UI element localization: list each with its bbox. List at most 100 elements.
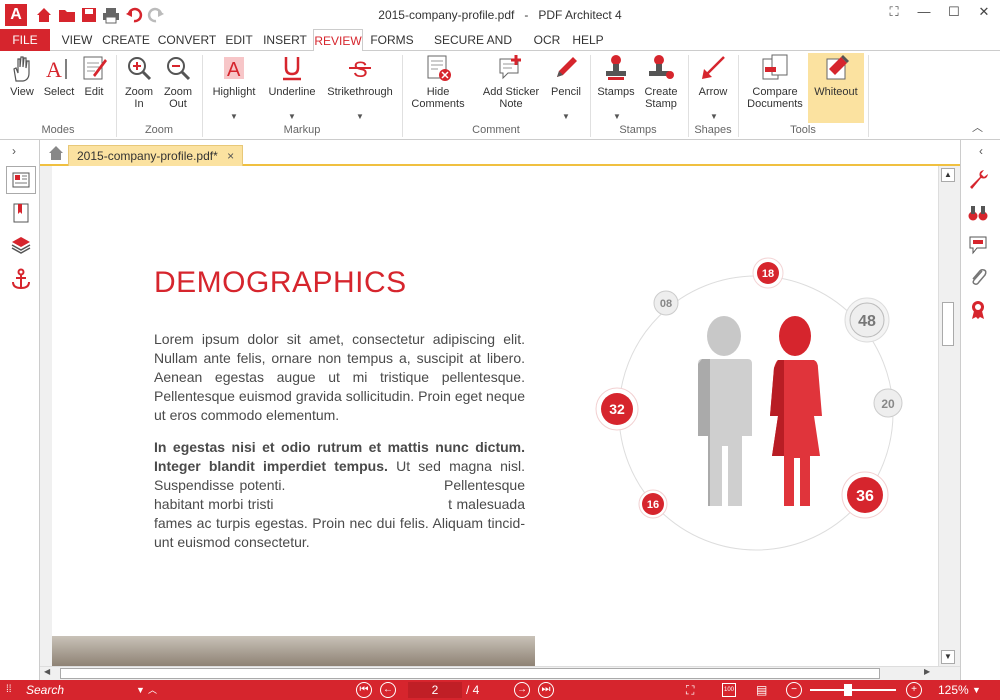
minimize-button[interactable]: — [910,4,938,24]
menu-secure-and-sign[interactable]: SECURE AND SIGN [421,29,525,69]
arrow-dropdown-icon[interactable]: ▼ [710,112,718,121]
horizontal-scrollbar[interactable]: ◀ ▶ [40,666,960,680]
document-viewport[interactable]: DEMOGRAPHICS Lorem ipsum dolor sit amet,… [40,166,960,666]
document-tab[interactable]: 2015-company-profile.pdf* × [68,145,244,166]
home-tab-icon[interactable] [48,145,64,161]
group-markup-label: Markup [283,124,321,136]
pencil-button[interactable]: Pencil [546,53,586,98]
comments-panel-icon[interactable] [967,234,989,256]
view-tool-button[interactable]: View [4,53,40,98]
search-input[interactable]: Search ▼ [26,682,150,698]
maximize-button[interactable]: ☐ [940,4,968,24]
fit-width-icon[interactable]: ▤ [756,682,767,698]
menu-create[interactable]: CREATE [100,29,152,51]
next-page-button[interactable]: → [514,682,530,698]
collapse-ribbon-icon[interactable]: ︿ [972,119,983,135]
hide-comments-icon [427,55,451,81]
certificate-icon[interactable] [967,298,989,320]
highlight-label: Highlight [212,86,256,98]
create-stamp-button[interactable]: Create Stamp [640,53,682,110]
underline-button[interactable]: Underline [266,53,318,98]
expand-right-panel-icon[interactable]: ‹ [979,144,983,158]
title-bar: A 2015-company-profile.pdf - PDF Archite… [0,0,1000,29]
menu-help[interactable]: HELP [569,29,607,51]
group-comment-label: Comment [472,124,520,136]
close-button[interactable]: ✕ [970,4,998,24]
layers-icon[interactable] [10,234,32,256]
menu-convert[interactable]: CONVERT [156,29,218,51]
menu-review[interactable]: REVIEW [313,29,363,52]
zoom-slider[interactable] [810,689,896,691]
scroll-left-button[interactable]: ◀ [44,667,50,676]
edit-tool-button[interactable]: Edit [78,53,110,98]
stamps-button[interactable]: Stamps [596,53,636,98]
expand-left-panel-icon[interactable]: › [12,144,16,158]
search-options-icon[interactable]: ︿ [148,682,157,698]
underline-dropdown-icon[interactable]: ▼ [288,112,296,121]
zoom-slider-thumb[interactable] [844,684,852,696]
attachments-icon[interactable] [967,266,989,288]
vertical-scroll-thumb[interactable] [942,302,954,346]
svg-text:48: 48 [858,313,876,330]
zoom-level[interactable]: 125% [938,682,969,698]
arrow-button[interactable]: Arrow [694,53,732,98]
page-number-input[interactable]: 2 [408,682,462,698]
tools-wrench-icon[interactable] [967,168,989,190]
menu-file[interactable]: FILE [0,29,50,51]
fit-window-icon[interactable]: ⛶ [880,4,908,24]
select-tool-button[interactable]: A Select [42,53,76,98]
compare-documents-button[interactable]: Compare Documents [744,53,806,110]
menu-view[interactable]: VIEW [58,29,96,51]
search-dropdown-icon[interactable]: ▼ [136,682,145,698]
zoom-out-status-button[interactable]: − [786,682,802,698]
office-photo [52,636,535,666]
select-label: Select [43,86,75,98]
fit-page-icon[interactable]: ⛶ [686,682,694,698]
scroll-right-button[interactable]: ▶ [924,667,930,676]
svg-text:A: A [227,59,241,81]
svg-text:18: 18 [762,268,774,280]
hand-icon [13,56,30,82]
pencil-label: Pencil [551,86,581,98]
vertical-scrollbar[interactable]: ▲ ▼ [938,166,960,666]
stamps-dropdown-icon[interactable]: ▼ [613,112,621,121]
horizontal-scroll-thumb[interactable] [60,668,880,679]
bookmarks-icon[interactable] [10,202,32,224]
zoom-in-button[interactable]: Zoom In [122,53,156,110]
hide-comments-button[interactable]: Hide Comments [408,53,468,110]
strikethrough-button[interactable]: S Strikethrough [324,53,396,98]
actual-size-icon[interactable]: 100 [722,683,736,697]
stat-bubble-18: 18 [752,257,784,289]
window-title: 2015-company-profile.pdf - PDF Architect… [378,8,622,22]
pencil-icon [557,57,577,77]
scroll-up-button[interactable]: ▲ [941,168,955,182]
menu-ocr[interactable]: OCR [529,29,565,51]
last-page-button[interactable]: ⏭ [538,682,554,698]
thumbnails-panel-button[interactable] [6,166,36,194]
zoom-dropdown-icon[interactable]: ▼ [972,682,981,698]
whiteout-icon [826,55,849,80]
previous-page-button[interactable]: ← [380,682,396,698]
search-binoculars-icon[interactable] [967,202,989,224]
highlight-button[interactable]: A Highlight [208,53,260,98]
close-tab-icon[interactable]: × [227,149,234,163]
menu-edit[interactable]: EDIT [222,29,256,51]
ribbon: View A Select Edit Modes Zoom In Zoom Ou… [0,51,1000,140]
pencil-dropdown-icon[interactable]: ▼ [562,112,570,121]
underline-label: Underline [268,86,316,98]
select-text-icon: A [46,57,67,82]
svg-text:08: 08 [660,298,672,310]
status-bar: ⁞⁞ Search ▼ ︿ ⏮ ← 2 / 4 → ⏭ ⛶ 100 ▤ − + 1… [0,680,1000,700]
zoom-in-status-button[interactable]: + [906,682,922,698]
highlight-dropdown-icon[interactable]: ▼ [230,112,238,121]
whiteout-button[interactable]: Whiteout [808,53,864,123]
anchor-icon[interactable] [10,268,32,290]
scroll-down-button[interactable]: ▼ [941,650,955,664]
menu-forms[interactable]: FORMS [367,29,417,51]
strikethrough-dropdown-icon[interactable]: ▼ [356,112,364,121]
add-sticker-note-button[interactable]: Add Sticker Note [480,53,542,110]
zoom-out-button[interactable]: Zoom Out [160,53,196,110]
first-page-button[interactable]: ⏮ [356,682,372,698]
group-divider [868,55,869,137]
menu-insert[interactable]: INSERT [260,29,310,51]
